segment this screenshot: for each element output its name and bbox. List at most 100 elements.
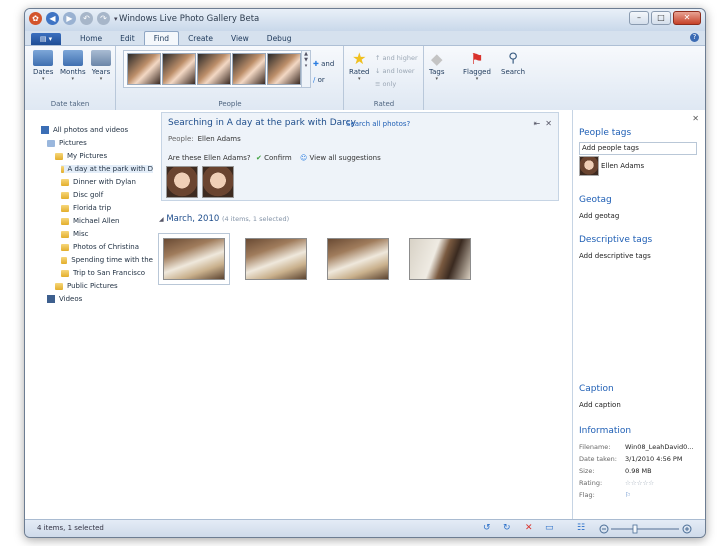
person-name[interactable]: Ellen Adams (601, 162, 644, 170)
tab-home[interactable]: Home (71, 32, 111, 45)
tags-button[interactable]: ◆ Tags ▾ (429, 50, 445, 82)
people-value[interactable]: Ellen Adams (198, 135, 241, 143)
title-bar: ✿ ◀ ▶ ↶ ↷ ▾ Windows Live Photo Gallery B… (25, 9, 705, 31)
collapse-icon: ◢ (159, 216, 164, 223)
nav-all-photos[interactable]: All photos and videos (41, 126, 128, 134)
suggestion-question: Are these Ellen Adams? (168, 154, 251, 162)
rated-label: Rated (349, 68, 370, 76)
photo-thumbnail[interactable] (245, 238, 307, 280)
and-lower-button[interactable]: ↓ and lower (375, 65, 418, 78)
tab-edit[interactable]: Edit (111, 32, 144, 45)
help-icon[interactable]: ? (690, 33, 699, 42)
pictures-folder-icon (47, 139, 55, 147)
date-taken-group: Dates ▾ Months ▾ Years ▾ Date taken (25, 46, 116, 110)
search-panel: Searching in A day at the park with Darc… (161, 112, 559, 201)
flag-toggle[interactable]: ⚐ (625, 491, 631, 499)
and-lower-label: and lower (382, 67, 415, 75)
rating-stars[interactable]: ☆☆☆☆☆ (625, 479, 654, 487)
tab-view[interactable]: View (222, 32, 258, 45)
tag-icon: ◆ (430, 50, 443, 68)
nav-folder-park[interactable]: A day at the park with D (61, 165, 153, 173)
nav-folder-christina[interactable]: Photos of Christina (61, 243, 139, 251)
minimize-button[interactable]: – (629, 11, 649, 25)
nav-folder-florida[interactable]: Florida trip (61, 204, 111, 212)
search-button[interactable]: ⚲ Search (501, 50, 525, 76)
dates-button[interactable]: Dates ▾ (33, 50, 53, 82)
maximize-button[interactable]: □ (651, 11, 671, 25)
suggested-face[interactable] (166, 166, 198, 198)
photo-thumbnail[interactable] (327, 238, 389, 280)
nav-label: Photos of Christina (73, 243, 140, 251)
slideshow-icon[interactable]: ▭ (545, 523, 554, 533)
close-pane-icon[interactable]: ✕ (692, 114, 699, 123)
folder-icon (55, 282, 63, 290)
nav-folder-sanfrancisco[interactable]: Trip to San Francisco (61, 269, 145, 277)
rotate-right-icon[interactable]: ↻ (503, 523, 511, 533)
quick-access-toolbar: ✿ ◀ ▶ ↶ ↷ ▾ (29, 12, 118, 25)
rated-button[interactable]: ★ Rated ▾ (349, 50, 370, 83)
tab-debug[interactable]: Debug (258, 32, 301, 45)
add-geotag-field[interactable]: Add geotag (579, 212, 619, 220)
and-button[interactable]: ✚ and (313, 56, 334, 72)
person-thumbnail[interactable] (197, 53, 231, 85)
nav-label: Pictures (59, 139, 87, 147)
nav-pictures[interactable]: Pictures (47, 139, 87, 147)
suggested-face[interactable] (202, 166, 234, 198)
nav-folder-dinner[interactable]: Dinner with Dylan (61, 178, 136, 186)
delete-icon[interactable]: ✕ (525, 523, 533, 533)
person-thumbnail[interactable] (127, 53, 161, 85)
date-group-header[interactable]: ◢ March, 2010 (4 items, 1 selected) (159, 214, 289, 224)
details-view-icon[interactable]: ☷ (577, 523, 585, 533)
tab-create[interactable]: Create (179, 32, 222, 45)
tab-find[interactable]: Find (143, 31, 180, 45)
nav-videos[interactable]: Videos (47, 295, 82, 303)
descriptive-tags-heading: Descriptive tags (579, 235, 653, 245)
status-text: 4 items, 1 selected (37, 524, 104, 532)
nav-label: Disc golf (73, 191, 104, 199)
nav-folder-disc-golf[interactable]: Disc golf (61, 191, 103, 199)
person-thumbnail[interactable] (267, 53, 301, 85)
search-all-link[interactable]: Search all photos? (346, 120, 410, 128)
flagged-button[interactable]: ⚑ Flagged ▾ (463, 50, 491, 82)
info-row: Filename: Win08_LeahDavid0... (579, 443, 699, 451)
add-descriptive-tags-field[interactable]: Add descriptive tags (579, 252, 651, 260)
nav-folder-spending[interactable]: Spending time with the (61, 256, 153, 264)
nav-label: Public Pictures (67, 282, 118, 290)
person-thumbnail[interactable] (162, 53, 196, 85)
nav-public-pictures[interactable]: Public Pictures (55, 282, 118, 290)
zoom-slider[interactable] (599, 524, 693, 534)
rotate-left-icon[interactable]: ↺ (483, 523, 491, 533)
undo-icon[interactable]: ↶ (80, 12, 93, 25)
months-button[interactable]: Months ▾ (60, 50, 86, 82)
view-all-suggestions-button[interactable]: ☺ View all suggestions (300, 154, 381, 162)
add-caption-field[interactable]: Add caption (579, 401, 621, 409)
nav-label: Misc (73, 230, 89, 238)
qat-dropdown-icon[interactable]: ▾ (114, 15, 118, 23)
gallery-main: Searching in A day at the park with Darc… (157, 110, 571, 520)
and-higher-button[interactable]: ↑ and higher (375, 52, 418, 65)
file-menu-button[interactable]: ▤ ▾ (31, 33, 61, 45)
ribbon-tabs: ▤ ▾ Home Edit Find Create View Debug (25, 31, 705, 45)
nav-folder-misc[interactable]: Misc (61, 230, 88, 238)
redo-icon[interactable]: ↷ (97, 12, 110, 25)
app-icon[interactable]: ✿ (29, 12, 42, 25)
close-search-icon[interactable]: ✕ (545, 119, 552, 128)
pin-icon[interactable]: ⇤ (534, 119, 541, 128)
nav-my-pictures[interactable]: My Pictures (55, 152, 107, 160)
back-icon[interactable]: ◀ (46, 12, 59, 25)
forward-icon[interactable]: ▶ (63, 12, 76, 25)
person-thumbnail[interactable] (232, 53, 266, 85)
confirm-button[interactable]: ✔ Confirm (256, 154, 292, 162)
close-button[interactable]: ✕ (673, 11, 701, 25)
years-button[interactable]: Years ▾ (91, 50, 111, 82)
window-controls: – □ ✕ (629, 11, 701, 25)
nav-folder-michael[interactable]: Michael Allen (61, 217, 119, 225)
add-people-tags-field[interactable]: Add people tags (579, 142, 697, 155)
photo-thumbnail[interactable] (409, 238, 471, 280)
information-heading: Information (579, 426, 632, 436)
people-scroll[interactable]: ▲ ▼ ▾ (301, 50, 311, 88)
only-button[interactable]: ≡ only (375, 78, 418, 91)
or-button[interactable]: / or (313, 72, 334, 88)
photo-thumbnail[interactable] (158, 233, 230, 285)
gallery-icon (41, 126, 49, 134)
